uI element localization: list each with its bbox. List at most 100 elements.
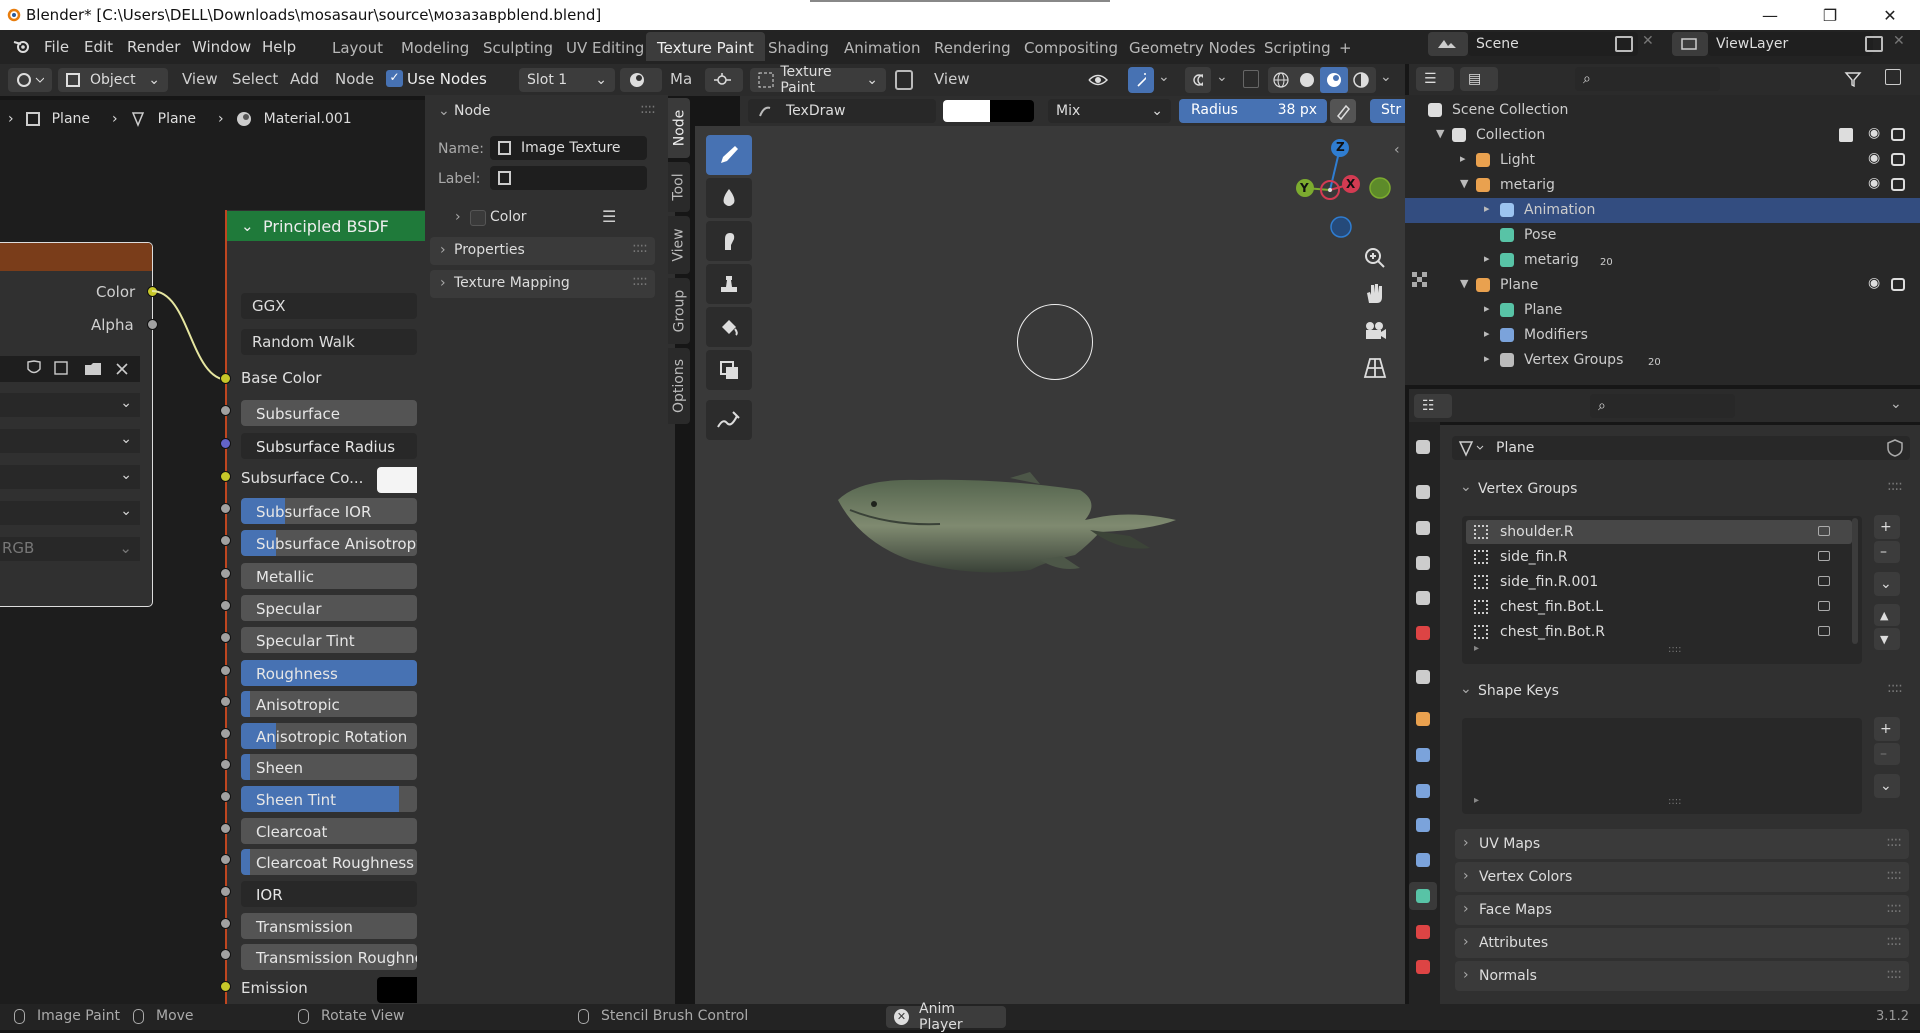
menu-node-node[interactable]: Node xyxy=(335,70,374,88)
bsdf-input-slider[interactable]: Anisotropic Rotation xyxy=(241,723,417,749)
bsdf-input-slider[interactable]: Clearcoat xyxy=(241,818,417,844)
properties-section-attributes[interactable]: › Attributes:::: xyxy=(1455,928,1909,958)
shape-keys-list[interactable] xyxy=(1462,718,1862,814)
menu-node-select[interactable]: Select xyxy=(232,70,278,88)
brush-selector[interactable]: TexDraw xyxy=(748,99,936,123)
breadcrumb-material[interactable]: Material.001 xyxy=(264,111,352,127)
drag-handle-icon[interactable]: :::: xyxy=(640,101,656,117)
eye-icon[interactable]: ◉ xyxy=(1868,175,1880,191)
bsdf-input-field[interactable]: Subsurface Radius xyxy=(241,433,417,459)
properties-options-icon[interactable]: ⌄ xyxy=(1890,396,1902,412)
drag-handle-icon[interactable]: :::: xyxy=(1886,933,1902,949)
drag-handle-icon[interactable]: :::: xyxy=(1887,478,1903,494)
tool-mask[interactable] xyxy=(706,350,752,390)
tab-modeling[interactable]: Modeling xyxy=(390,32,480,61)
properties-search-input[interactable]: ⌕ xyxy=(1590,394,1735,418)
sidebar-toggle-icon[interactable]: ‹ xyxy=(1394,142,1400,158)
perspective-grid-icon[interactable] xyxy=(1362,355,1388,381)
gizmo-toggle-button[interactable] xyxy=(1128,67,1154,93)
unlock-icon[interactable] xyxy=(1818,551,1830,561)
drag-handle-icon[interactable]: :::: xyxy=(1887,680,1903,696)
scene-selector-button[interactable] xyxy=(1428,32,1468,56)
vertex-groups-scrollbar[interactable] xyxy=(1852,518,1858,644)
editor-type-button[interactable] xyxy=(8,68,52,92)
camera-view-icon[interactable] xyxy=(1362,318,1388,344)
restore-button[interactable]: ❐ xyxy=(1800,0,1860,30)
expand-color-icon[interactable]: › xyxy=(455,209,461,225)
distribution-dropdown[interactable]: GGX xyxy=(241,293,417,319)
close-window-button[interactable]: ✕ xyxy=(1860,0,1920,30)
add-vertex-group-button[interactable]: + xyxy=(1874,515,1900,539)
expand-arrow-icon[interactable]: ▸ xyxy=(1484,302,1490,315)
unlock-icon[interactable] xyxy=(1818,526,1830,536)
drag-handle-icon[interactable]: :::: xyxy=(1886,966,1902,982)
bsdf-color-swatch[interactable] xyxy=(377,977,417,1003)
bsdf-input-socket[interactable] xyxy=(220,632,231,643)
add-workspace-button[interactable]: + xyxy=(1328,32,1363,61)
tool-soften[interactable] xyxy=(706,178,752,218)
extension-dropdown[interactable]: ⌄ xyxy=(0,465,140,489)
source-dropdown[interactable]: ⌄ xyxy=(0,501,140,525)
outliner-row[interactable]: Scene Collection xyxy=(1405,98,1920,123)
use-nodes-checkbox[interactable]: ✓ xyxy=(386,70,403,87)
tool-fill[interactable] xyxy=(706,307,752,347)
collapse-node-icon[interactable]: ⌄ xyxy=(241,217,254,235)
move-vertex-group-down-button[interactable]: ▼ xyxy=(1874,628,1900,650)
outliner-row[interactable]: ▼ Collection ◉ xyxy=(1405,123,1920,148)
bsdf-input-socket[interactable] xyxy=(220,886,231,897)
interpolation-dropdown[interactable]: ⌄ xyxy=(0,393,140,417)
tool-clone[interactable] xyxy=(706,264,752,304)
mosasaur-model[interactable] xyxy=(830,460,1190,600)
unlock-icon[interactable] xyxy=(1818,601,1830,611)
color-checkbox[interactable] xyxy=(470,210,486,226)
scene-name-field[interactable]: Scene xyxy=(1468,32,1638,56)
shape-key-specials-button[interactable]: ⌄ xyxy=(1874,774,1900,798)
tab-geometry-nodes[interactable]: Geometry Nodes xyxy=(1118,32,1267,61)
viewlayer-name-field[interactable]: ViewLayer xyxy=(1708,32,1873,56)
vertex-group-specials-button[interactable]: ⌄ xyxy=(1874,572,1900,596)
breadcrumb-mesh[interactable]: Plane xyxy=(158,111,196,127)
properties-section-uv-maps[interactable]: › UV Maps:::: xyxy=(1455,829,1909,859)
expand-arrow-icon[interactable]: ▸ xyxy=(1484,202,1490,215)
bsdf-input-slider[interactable]: Subsurface xyxy=(241,400,417,426)
tool-smear[interactable] xyxy=(706,221,752,261)
list-filter-toggle-icon[interactable]: ▸ xyxy=(1474,643,1479,654)
expand-arrow-icon[interactable]: ▼ xyxy=(1460,277,1468,290)
vertex-group-item[interactable]: side_fin.R xyxy=(1466,545,1852,569)
camera-icon[interactable] xyxy=(1891,278,1905,291)
expand-arrow-icon[interactable]: ▸ xyxy=(1484,252,1490,265)
list-resize-grip[interactable]: :::: xyxy=(1668,644,1681,655)
delete-scene-icon[interactable]: ✕ xyxy=(1642,33,1654,49)
properties-tab-physics[interactable] xyxy=(1409,811,1437,839)
outliner-row[interactable]: ▸ Animation xyxy=(1405,198,1920,223)
menu-edit[interactable]: Edit xyxy=(84,38,113,56)
menu-viewport-view[interactable]: View xyxy=(934,70,970,88)
eye-icon[interactable]: ◉ xyxy=(1868,275,1880,291)
tool-draw[interactable] xyxy=(706,135,752,175)
properties-section-face-maps[interactable]: › Face Maps:::: xyxy=(1455,895,1909,925)
secondary-color-swatch[interactable] xyxy=(990,100,1034,122)
overlay-toggle-button[interactable] xyxy=(1185,67,1211,93)
outliner-row[interactable]: ▼ Plane ◉ xyxy=(1405,273,1920,298)
menu-window[interactable]: Window xyxy=(192,38,251,56)
image-texture-node-header[interactable] xyxy=(0,243,152,271)
menu-node-view[interactable]: View xyxy=(182,70,218,88)
bsdf-input-slider[interactable]: Specular Tint xyxy=(241,627,417,653)
fake-user-shield-icon[interactable] xyxy=(1886,439,1904,457)
bsdf-input-socket[interactable] xyxy=(220,568,231,579)
strength-slider[interactable]: Str xyxy=(1370,99,1405,123)
zoom-icon[interactable] xyxy=(1362,245,1388,271)
bsdf-input-socket[interactable] xyxy=(220,405,231,416)
tab-sculpting[interactable]: Sculpting xyxy=(472,32,564,61)
sidebar-tab-view[interactable]: View xyxy=(668,216,690,274)
bsdf-input-socket[interactable] xyxy=(220,918,231,929)
properties-tab-constraints[interactable] xyxy=(1409,846,1437,874)
bsdf-input-socket[interactable] xyxy=(220,471,231,482)
viewlayer-selector-button[interactable] xyxy=(1672,32,1708,56)
expand-arrow-icon[interactable]: ▼ xyxy=(1460,177,1468,190)
properties-section-vertex-colors[interactable]: › Vertex Colors:::: xyxy=(1455,862,1909,892)
menu-help[interactable]: Help xyxy=(262,38,296,56)
move-vertex-group-up-button[interactable]: ▲ xyxy=(1874,604,1900,626)
wireframe-shading-icon[interactable] xyxy=(1268,67,1294,93)
bsdf-input-socket[interactable] xyxy=(220,600,231,611)
